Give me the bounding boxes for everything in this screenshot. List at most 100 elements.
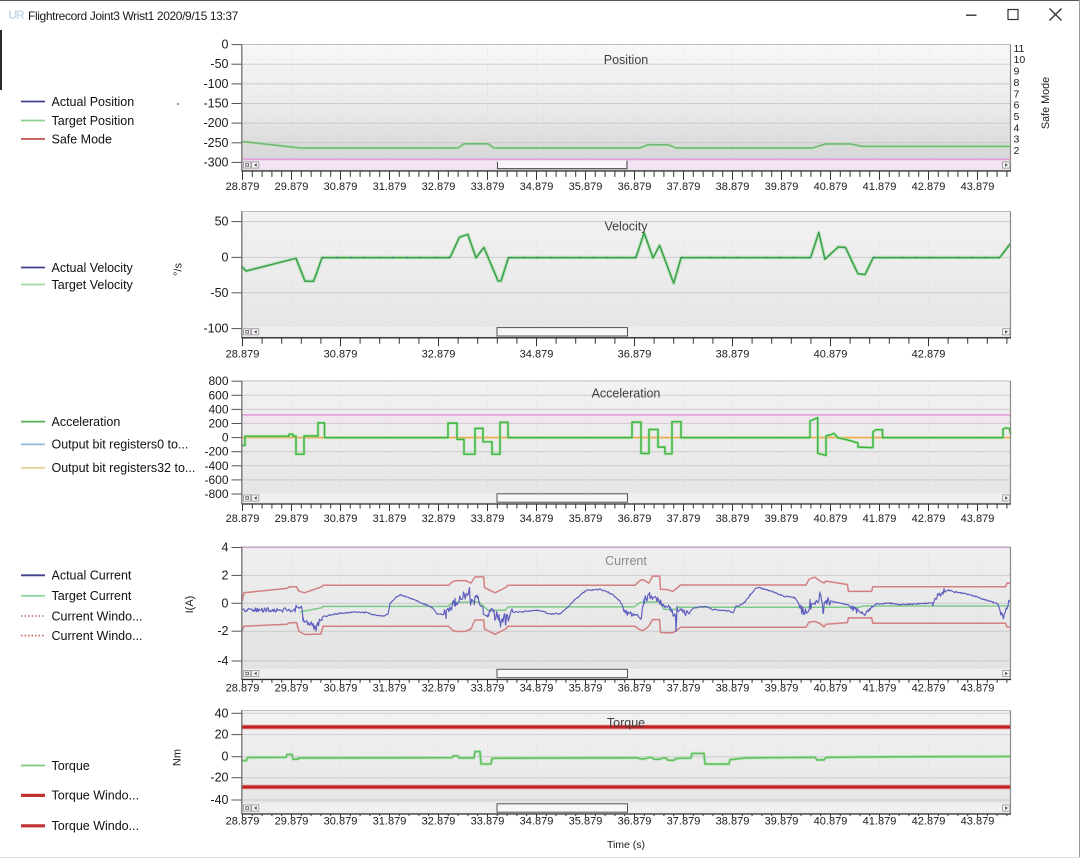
svg-text:34.879: 34.879 — [520, 682, 554, 694]
svg-text:9: 9 — [1014, 66, 1020, 78]
svg-text:41.879: 41.879 — [863, 816, 897, 828]
svg-text:5: 5 — [1014, 111, 1020, 123]
svg-text:-150: -150 — [203, 97, 228, 111]
svg-text:37.879: 37.879 — [667, 682, 701, 694]
svg-text:29.879: 29.879 — [275, 513, 309, 525]
svg-text:28.879: 28.879 — [226, 816, 260, 828]
svg-text:38.879: 38.879 — [716, 181, 750, 193]
svg-text:4: 4 — [222, 541, 229, 555]
svg-text:-50: -50 — [210, 57, 228, 71]
svg-text:Torque: Torque — [607, 716, 645, 730]
svg-text:31.879: 31.879 — [373, 816, 407, 828]
svg-text:33.879: 33.879 — [471, 816, 505, 828]
svg-text:Acceleration: Acceleration — [592, 387, 661, 401]
svg-text:Output bit registers32 to...: Output bit registers32 to... — [52, 461, 196, 475]
svg-text:-100: -100 — [203, 322, 228, 336]
svg-text:0: 0 — [222, 596, 229, 610]
svg-text:30.879: 30.879 — [324, 816, 358, 828]
svg-text:0: 0 — [222, 431, 229, 445]
svg-text:0: 0 — [222, 250, 229, 264]
svg-text:29.879: 29.879 — [275, 181, 309, 193]
svg-text:40.879: 40.879 — [814, 513, 848, 525]
svg-text:Target Position: Target Position — [52, 114, 135, 128]
svg-text:2: 2 — [222, 568, 229, 582]
svg-text:41.879: 41.879 — [863, 513, 897, 525]
svg-text:42.879: 42.879 — [912, 181, 946, 193]
svg-text:33.879: 33.879 — [471, 682, 505, 694]
svg-text:43.879: 43.879 — [961, 513, 995, 525]
svg-text:35.879: 35.879 — [569, 682, 603, 694]
svg-text:200: 200 — [208, 417, 228, 431]
svg-text:31.879: 31.879 — [373, 682, 407, 694]
svg-text:33.879: 33.879 — [471, 513, 505, 525]
svg-text:38.879: 38.879 — [716, 349, 750, 361]
svg-text:36.879: 36.879 — [618, 682, 652, 694]
svg-text:-50: -50 — [210, 286, 228, 300]
svg-text:40: 40 — [215, 706, 229, 720]
svg-text:20: 20 — [215, 728, 229, 742]
svg-text:30.879: 30.879 — [324, 513, 358, 525]
svg-text:43.879: 43.879 — [961, 682, 995, 694]
svg-text:6: 6 — [1014, 100, 1020, 112]
svg-text:600: 600 — [208, 388, 228, 402]
svg-text:-4: -4 — [217, 654, 228, 668]
svg-text:40.879: 40.879 — [814, 816, 848, 828]
svg-text:800: 800 — [208, 374, 228, 388]
svg-text:28.879: 28.879 — [226, 682, 260, 694]
svg-text:42.879: 42.879 — [912, 816, 946, 828]
svg-text:40.879: 40.879 — [814, 682, 848, 694]
svg-text:43.879: 43.879 — [961, 816, 995, 828]
svg-text:30.879: 30.879 — [324, 349, 358, 361]
svg-text:42.879: 42.879 — [912, 513, 946, 525]
svg-text:-400: -400 — [204, 459, 228, 473]
svg-text:40.879: 40.879 — [814, 181, 848, 193]
svg-text:35.879: 35.879 — [569, 513, 603, 525]
svg-text:37.879: 37.879 — [667, 816, 701, 828]
svg-text:Safe Mode: Safe Mode — [1040, 77, 1052, 129]
svg-text:32.879: 32.879 — [422, 816, 456, 828]
svg-text:37.879: 37.879 — [667, 513, 701, 525]
svg-text:Nm: Nm — [172, 749, 184, 766]
svg-text:3: 3 — [1014, 134, 1020, 146]
svg-text:34.879: 34.879 — [520, 181, 554, 193]
svg-text:-600: -600 — [204, 473, 228, 487]
svg-text:Torque Windo...: Torque Windo... — [52, 819, 140, 833]
svg-text:40.879: 40.879 — [814, 349, 848, 361]
svg-text:30.879: 30.879 — [324, 181, 358, 193]
svg-text:Position: Position — [604, 53, 649, 67]
svg-text:33.879: 33.879 — [471, 181, 505, 193]
svg-text:0: 0 — [222, 38, 229, 52]
svg-text:38.879: 38.879 — [716, 816, 750, 828]
svg-text:30.879: 30.879 — [324, 682, 358, 694]
svg-text:32.879: 32.879 — [422, 513, 456, 525]
svg-text:35.879: 35.879 — [569, 816, 603, 828]
svg-text:38.879: 38.879 — [716, 682, 750, 694]
svg-text:37.879: 37.879 — [667, 181, 701, 193]
svg-text:400: 400 — [208, 402, 228, 416]
svg-text:Time (s): Time (s) — [607, 839, 645, 851]
svg-text:32.879: 32.879 — [422, 181, 456, 193]
svg-text:8: 8 — [1014, 77, 1020, 89]
svg-text:28.879: 28.879 — [226, 181, 260, 193]
svg-text:31.879: 31.879 — [373, 181, 407, 193]
svg-text:-20: -20 — [210, 771, 228, 785]
svg-text:0: 0 — [222, 750, 229, 764]
svg-text:-40: -40 — [210, 793, 228, 807]
svg-text:39.879: 39.879 — [765, 682, 799, 694]
svg-text:Current Windo...: Current Windo... — [52, 609, 143, 623]
svg-text:32.879: 32.879 — [422, 682, 456, 694]
svg-text:-300: -300 — [203, 155, 228, 169]
svg-text:41.879: 41.879 — [863, 682, 897, 694]
svg-text:31.879: 31.879 — [373, 513, 407, 525]
svg-text:38.879: 38.879 — [716, 513, 750, 525]
svg-text:-800: -800 — [204, 487, 228, 501]
svg-text:Target Current: Target Current — [52, 589, 132, 603]
svg-text:39.879: 39.879 — [765, 181, 799, 193]
svg-text:Torque: Torque — [52, 759, 90, 773]
svg-text:Actual Velocity: Actual Velocity — [52, 261, 134, 275]
svg-text:28.879: 28.879 — [226, 513, 260, 525]
svg-text:42.879: 42.879 — [912, 682, 946, 694]
svg-text:Current: Current — [605, 554, 647, 568]
svg-text:-200: -200 — [203, 116, 228, 130]
svg-text:-2: -2 — [217, 624, 228, 638]
